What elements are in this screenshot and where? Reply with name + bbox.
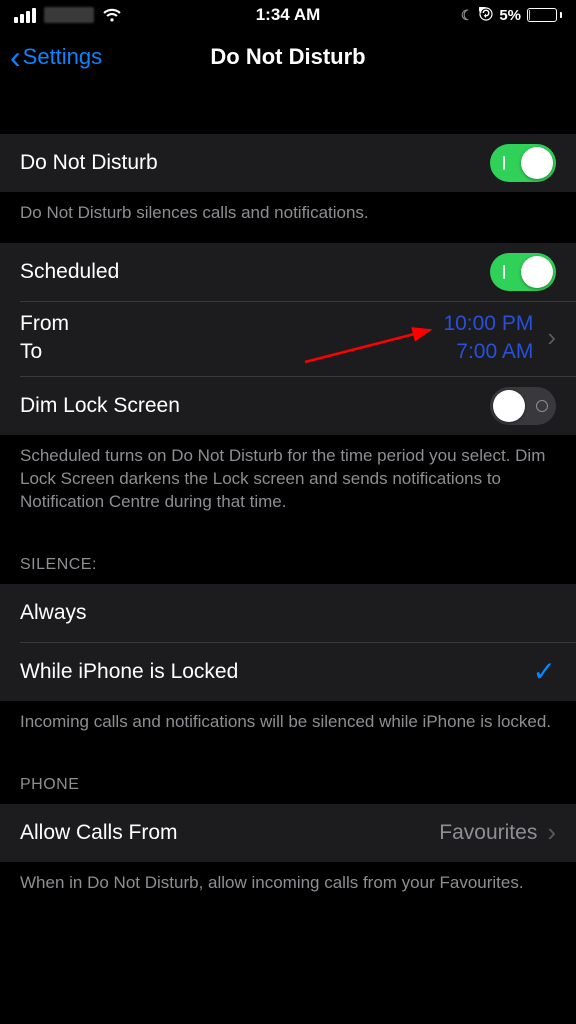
- chevron-right-icon: ›: [547, 817, 556, 848]
- battery-icon: [527, 8, 562, 22]
- back-label: Settings: [23, 44, 103, 70]
- silence-footer: Incoming calls and notifications will be…: [0, 701, 576, 752]
- dim-lock-toggle[interactable]: [490, 387, 556, 425]
- page-title: Do Not Disturb: [210, 44, 365, 70]
- dnd-label: Do Not Disturb: [20, 151, 158, 175]
- to-value: 7:00 AM: [456, 340, 533, 364]
- rotation-lock-icon: [479, 7, 493, 24]
- dnd-toggle[interactable]: [490, 144, 556, 182]
- back-button[interactable]: ‹ Settings: [10, 41, 102, 73]
- dim-lock-label: Dim Lock Screen: [20, 394, 180, 418]
- phone-group: Allow Calls From Favourites ›: [0, 804, 576, 862]
- to-label: To: [20, 340, 69, 364]
- silence-header: SILENCE:: [0, 532, 576, 584]
- chevron-left-icon: ‹: [10, 41, 21, 73]
- battery-percentage: 5%: [499, 7, 521, 24]
- silence-locked-label: While iPhone is Locked: [20, 660, 238, 684]
- wifi-icon: [102, 8, 122, 23]
- allow-calls-row[interactable]: Allow Calls From Favourites ›: [0, 804, 576, 862]
- allow-calls-label: Allow Calls From: [20, 821, 178, 845]
- from-value: 10:00 PM: [443, 312, 533, 336]
- allow-calls-value: Favourites: [439, 821, 537, 845]
- dnd-moon-icon: ☾: [461, 7, 474, 24]
- carrier-smudge: [44, 7, 94, 23]
- dnd-row: Do Not Disturb: [0, 134, 576, 192]
- silence-always-row[interactable]: Always: [0, 584, 576, 642]
- schedule-time-row[interactable]: From To 10:00 PM 7:00 AM ›: [0, 302, 576, 376]
- silence-group: Always While iPhone is Locked ✓: [0, 584, 576, 701]
- scheduled-toggle[interactable]: [490, 253, 556, 291]
- cellular-signal-icon: [14, 8, 36, 23]
- phone-footer: When in Do Not Disturb, allow incoming c…: [0, 862, 576, 913]
- status-bar: 1:34 AM ☾ 5%: [0, 0, 576, 30]
- from-label: From: [20, 312, 69, 336]
- scheduled-row: Scheduled: [0, 243, 576, 301]
- silence-locked-row[interactable]: While iPhone is Locked ✓: [0, 643, 576, 701]
- nav-bar: ‹ Settings Do Not Disturb: [0, 30, 576, 84]
- status-time: 1:34 AM: [256, 5, 321, 25]
- chevron-right-icon: ›: [547, 322, 556, 353]
- scheduled-group: Scheduled From To 10:00 PM 7:00 AM › Dim…: [0, 243, 576, 435]
- phone-header: PHONE: [0, 752, 576, 804]
- dnd-footer: Do Not Disturb silences calls and notifi…: [0, 192, 576, 243]
- dim-lock-screen-row: Dim Lock Screen: [0, 377, 576, 435]
- scheduled-footer: Scheduled turns on Do Not Disturb for th…: [0, 435, 576, 532]
- checkmark-icon: ✓: [533, 655, 556, 688]
- scheduled-label: Scheduled: [20, 260, 119, 284]
- dnd-group: Do Not Disturb: [0, 134, 576, 192]
- silence-always-label: Always: [20, 601, 87, 625]
